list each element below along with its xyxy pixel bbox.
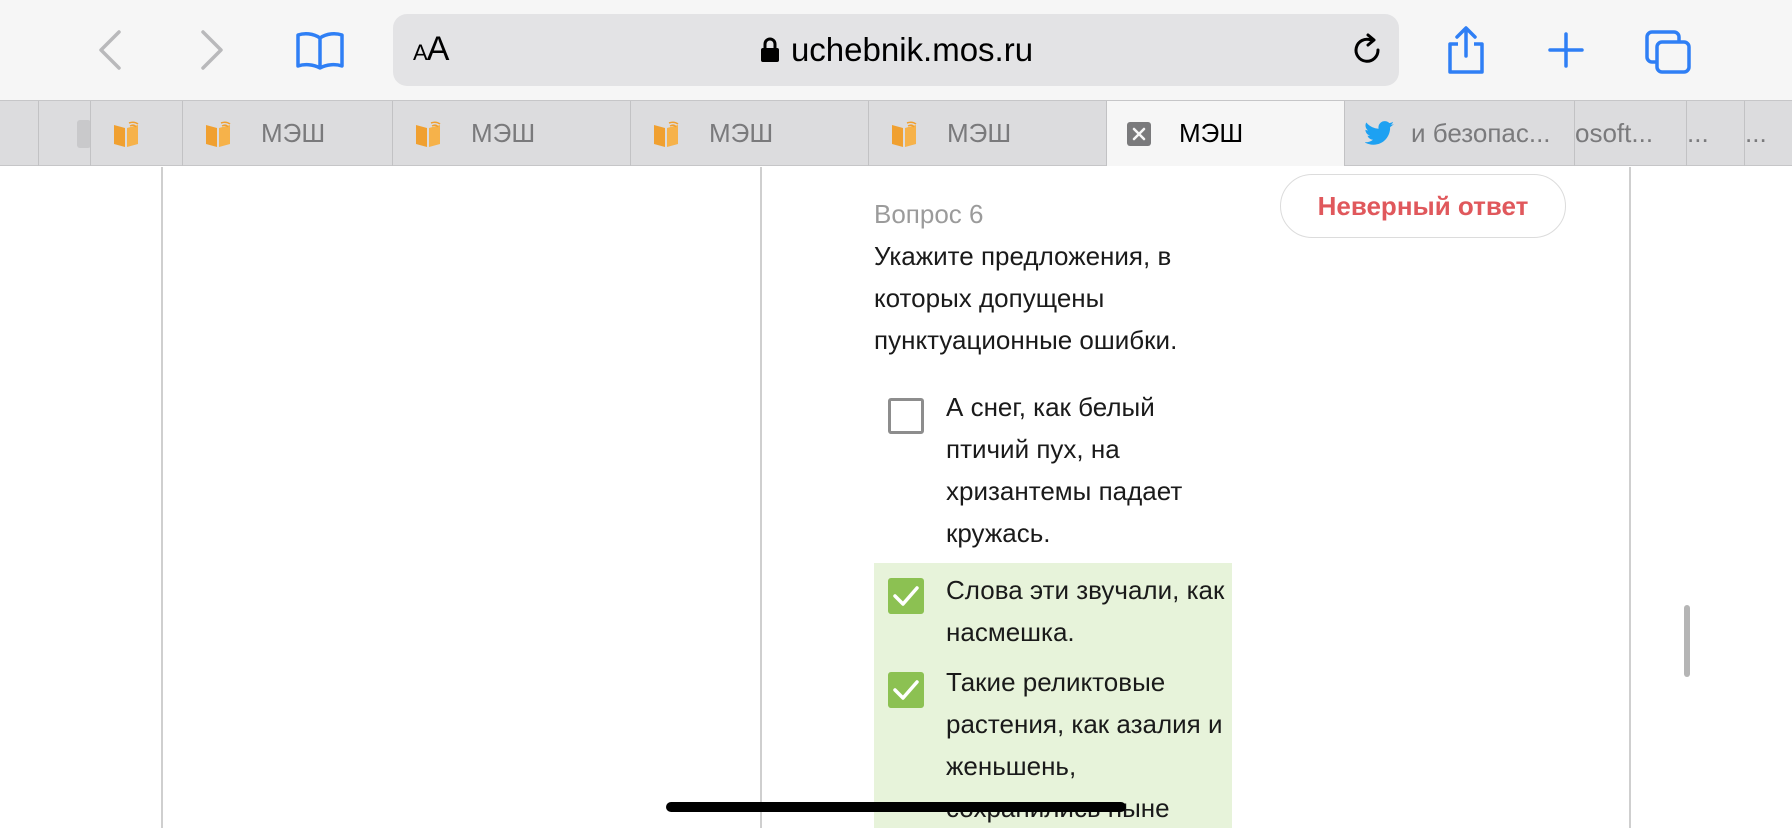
tab-8[interactable]: osoft... [1574, 101, 1686, 166]
twitter-icon [1365, 120, 1394, 145]
new-tab-button[interactable] [1546, 30, 1586, 70]
divider [1629, 167, 1631, 828]
plus-icon [1548, 32, 1584, 68]
checkbox-unchecked[interactable] [888, 398, 924, 434]
tab-10[interactable]: ... [1744, 101, 1792, 166]
tab-0[interactable] [38, 101, 92, 166]
book-logo-icon [114, 120, 139, 147]
tab-7[interactable]: и безопас... [1344, 101, 1576, 166]
checkbox-checked[interactable] [888, 578, 924, 614]
page-icon [77, 119, 91, 148]
checkbox-checked[interactable] [888, 672, 924, 708]
tab-bar: МЭШ МЭШ МЭШ МЭШ МЭШ и безопас... osoft..… [0, 100, 1792, 166]
tab-6-active[interactable]: МЭШ [1106, 101, 1344, 166]
divider [760, 167, 762, 828]
tabs-overview-button[interactable] [1644, 28, 1692, 76]
browser-toolbar: AA uchebnik.mos.ru [0, 0, 1792, 100]
answer-option-text: Слова эти звучали, как насмешка. [946, 575, 1225, 647]
tab-1[interactable] [90, 101, 182, 166]
answer-option[interactable]: А снег, как белый птичий пух, на хризант… [874, 386, 1232, 556]
forward-button[interactable] [192, 28, 232, 72]
reload-button[interactable] [1351, 33, 1385, 72]
tab-4[interactable]: МЭШ [630, 101, 868, 166]
reload-icon [1354, 33, 1380, 63]
result-badge: Неверный ответ [1280, 174, 1566, 238]
chevron-left-icon [99, 30, 121, 70]
address-bar[interactable]: AA uchebnik.mos.ru [393, 14, 1399, 86]
book-logo-icon [206, 120, 231, 147]
tab-9[interactable]: ... [1686, 101, 1744, 166]
chevron-right-icon [201, 30, 223, 70]
bookmarks-button[interactable] [294, 28, 346, 72]
book-logo-icon [654, 120, 679, 147]
url-text: uchebnik.mos.ru [790, 31, 1034, 68]
question-number: Вопрос 6 [874, 199, 984, 229]
check-icon [893, 586, 919, 606]
share-icon [1448, 26, 1484, 74]
page-content: Вопрос 6 Укажите предложения, в которых … [0, 167, 1792, 828]
tab-3[interactable]: МЭШ [392, 101, 630, 166]
back-button[interactable] [90, 28, 130, 72]
scrollbar[interactable] [1684, 605, 1690, 677]
tab-2[interactable]: МЭШ [182, 101, 394, 166]
divider [161, 167, 163, 828]
book-logo-icon [892, 120, 917, 147]
share-button[interactable] [1444, 24, 1488, 76]
tab-5[interactable]: МЭШ [868, 101, 1106, 166]
answer-option-selected[interactable]: Слова эти звучали, как насмешка. [874, 563, 1232, 657]
tabs-icon [1645, 30, 1691, 74]
book-logo-icon [416, 120, 441, 147]
answer-option-text: А снег, как белый птичий пух, на хризант… [946, 392, 1183, 548]
lock-icon [760, 37, 779, 62]
home-indicator[interactable] [666, 802, 1126, 812]
check-icon [893, 680, 919, 700]
question-text: Укажите предложения, в которых допущены … [874, 241, 1178, 355]
book-icon [296, 32, 344, 70]
close-icon[interactable] [1127, 121, 1151, 146]
